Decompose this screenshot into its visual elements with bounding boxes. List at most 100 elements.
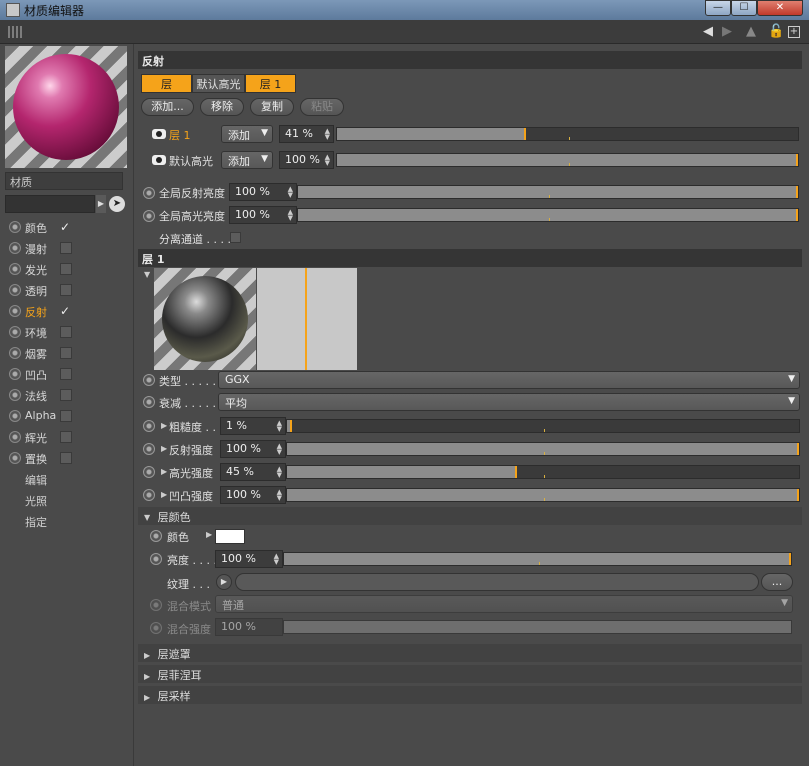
param-slider[interactable] xyxy=(286,419,800,433)
paste-button[interactable]: 粘贴 xyxy=(300,98,344,116)
layer-slider[interactable] xyxy=(336,127,799,141)
close-button[interactable]: ✕ xyxy=(757,0,803,16)
channel-label[interactable]: 环境 xyxy=(25,325,47,341)
animate-radio[interactable] xyxy=(9,452,21,464)
channel-label[interactable]: 凹凸 xyxy=(25,367,47,383)
animate-radio[interactable] xyxy=(143,374,155,386)
animate-radio[interactable] xyxy=(9,431,21,443)
channel-item[interactable]: Alpha xyxy=(0,406,134,427)
separate-pass-checkbox[interactable] xyxy=(230,232,241,243)
layer-name[interactable]: 默认高光 xyxy=(169,153,213,169)
channel-label[interactable]: 透明 xyxy=(25,283,47,299)
layer-mask-header[interactable]: ▶ 层遮罩 xyxy=(138,644,802,662)
brightness-input[interactable]: 100 % ▲ ▼ xyxy=(215,550,283,568)
channel-item[interactable]: 颜色 ✓ xyxy=(0,217,134,238)
channel-label[interactable]: 反射 xyxy=(25,304,47,320)
animate-radio[interactable] xyxy=(143,466,155,478)
attenuation-dropdown[interactable]: 平均 ▼ xyxy=(218,393,800,411)
animate-radio[interactable] xyxy=(150,553,162,565)
channel-checkbox[interactable]: ✓ xyxy=(60,221,72,233)
slider-handle[interactable] xyxy=(797,489,799,501)
channel-item[interactable]: 漫射 xyxy=(0,238,134,259)
channel-checkbox[interactable] xyxy=(60,452,72,464)
picker-arrow-icon[interactable]: ➤ xyxy=(109,196,125,212)
animate-radio[interactable] xyxy=(9,242,21,254)
gradient-preview[interactable] xyxy=(257,268,357,370)
layer-fresnel-header[interactable]: ▶ 层菲涅耳 xyxy=(138,665,802,683)
eye-icon[interactable] xyxy=(152,129,166,139)
channel-checkbox[interactable]: ✓ xyxy=(60,305,72,317)
material-field[interactable] xyxy=(5,195,95,213)
channel-link[interactable]: 指定 xyxy=(0,511,134,532)
slider-handle[interactable] xyxy=(789,553,791,565)
stepper-icon[interactable]: ▲ ▼ xyxy=(277,489,282,502)
type-dropdown[interactable]: GGX ▼ xyxy=(218,371,800,389)
slider-handle[interactable] xyxy=(796,154,798,166)
param-slider[interactable] xyxy=(286,442,800,456)
stepper-icon[interactable]: ▲ ▼ xyxy=(288,186,293,199)
expand-triangle-icon[interactable]: ▶ xyxy=(161,421,167,430)
grip-icon[interactable] xyxy=(8,26,22,38)
channel-item[interactable]: 发光 xyxy=(0,259,134,280)
channel-label[interactable]: 辉光 xyxy=(25,430,47,446)
layer-mode-dropdown[interactable]: 添加 ▼ xyxy=(221,151,273,169)
layer-mode-dropdown[interactable]: 添加 ▼ xyxy=(221,125,273,143)
expand-triangle-icon[interactable]: ▶ xyxy=(161,467,167,476)
param-value-input[interactable]: 1 % ▲ ▼ xyxy=(220,417,286,435)
material-name-label[interactable]: 材质 xyxy=(5,172,123,190)
layer-slider[interactable] xyxy=(336,153,799,167)
layer-value-input[interactable]: 41 % ▲ ▼ xyxy=(279,125,334,143)
channel-checkbox[interactable] xyxy=(60,347,72,359)
animate-radio[interactable] xyxy=(143,489,155,501)
stepper-icon[interactable]: ▲ ▼ xyxy=(288,209,293,222)
global-slider[interactable] xyxy=(297,208,799,222)
slider-handle[interactable] xyxy=(796,186,798,198)
slider-handle[interactable] xyxy=(524,128,526,140)
up-icon[interactable]: ▲ xyxy=(746,24,756,40)
channel-label[interactable]: 发光 xyxy=(25,262,47,278)
animate-radio[interactable] xyxy=(9,221,21,233)
channel-item[interactable]: 凹凸 xyxy=(0,364,134,385)
channel-checkbox[interactable] xyxy=(60,263,72,275)
global-value-input[interactable]: 100 % ▲ ▼ xyxy=(229,183,297,201)
stepper-icon[interactable]: ▲ ▼ xyxy=(274,553,279,566)
brightness-slider[interactable] xyxy=(283,552,792,566)
color-swatch[interactable] xyxy=(215,529,245,544)
texture-arrow-icon[interactable]: ▶ xyxy=(216,574,232,590)
channel-label[interactable]: 置换 xyxy=(25,451,47,467)
channel-label[interactable]: 烟雾 xyxy=(25,346,47,362)
layer-preview[interactable] xyxy=(154,268,256,370)
copy-button[interactable]: 复制 xyxy=(250,98,294,116)
channel-link-label[interactable]: 指定 xyxy=(25,514,47,530)
animate-radio[interactable] xyxy=(9,368,21,380)
channel-checkbox[interactable] xyxy=(60,284,72,296)
slider-handle[interactable] xyxy=(796,209,798,221)
collapse-triangle-icon[interactable]: ▼ xyxy=(144,270,150,279)
arrow-right-icon[interactable]: ▶ xyxy=(722,24,732,40)
param-slider[interactable] xyxy=(286,465,800,479)
animate-radio[interactable] xyxy=(9,284,21,296)
channel-item[interactable]: 透明 xyxy=(0,280,134,301)
animate-radio[interactable] xyxy=(143,443,155,455)
expand-triangle-icon[interactable]: ▶ xyxy=(161,444,167,453)
remove-button[interactable]: 移除 xyxy=(200,98,244,116)
animate-radio[interactable] xyxy=(9,347,21,359)
animate-radio[interactable] xyxy=(9,410,21,422)
animate-radio[interactable] xyxy=(9,389,21,401)
channel-item[interactable]: 辉光 xyxy=(0,427,134,448)
stepper-icon[interactable]: ▲ ▼ xyxy=(277,466,282,479)
animate-radio[interactable] xyxy=(9,326,21,338)
channel-link-label[interactable]: 编辑 xyxy=(25,472,47,488)
add-button[interactable]: 添加... xyxy=(141,98,194,116)
channel-label[interactable]: 颜色 xyxy=(25,220,47,236)
stepper-icon[interactable]: ▲ ▼ xyxy=(277,420,282,433)
channel-checkbox[interactable] xyxy=(60,410,72,422)
param-value-input[interactable]: 45 % ▲ ▼ xyxy=(220,463,286,481)
material-field-arrow-icon[interactable]: ▶ xyxy=(96,195,106,213)
material-preview[interactable] xyxy=(5,46,127,168)
channel-item[interactable]: 法线 xyxy=(0,385,134,406)
slider-handle[interactable] xyxy=(515,466,518,478)
texture-field[interactable] xyxy=(235,573,759,591)
channel-label[interactable]: 漫射 xyxy=(25,241,47,257)
expand-triangle-icon[interactable]: ▶ xyxy=(161,490,167,499)
